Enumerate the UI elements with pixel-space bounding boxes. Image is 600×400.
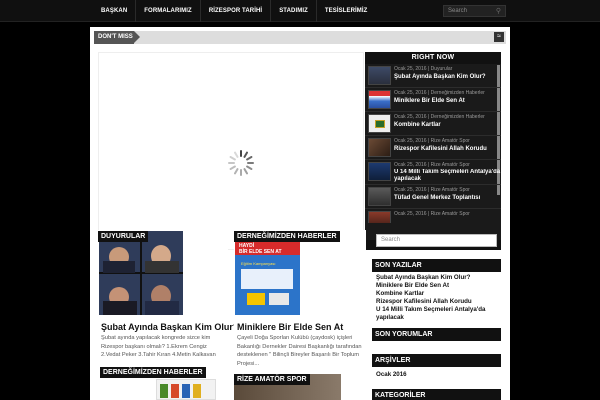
son-yazilar-item[interactable]: Şubat Ayında Başkan Kim Olur?: [376, 274, 501, 282]
item-category[interactable]: Rize Amatör Spor: [431, 211, 470, 217]
nav-item-rizespor-tarihi[interactable]: RİZESPOR TARİHİ: [201, 0, 272, 22]
nav-item-tesislerimiz[interactable]: TESİSLERİMİZ: [317, 0, 376, 22]
son-yazilar-heading: SON YAZILAR: [372, 259, 501, 272]
right-now-thumbnail: [368, 211, 391, 223]
loading-spinner-icon: [228, 150, 254, 176]
item-date: Ocak 25, 2016: [394, 66, 427, 72]
right-now-title: RIGHT NOW: [365, 52, 501, 64]
right-now-item[interactable]: Ocak 25, 2016 | Rize Amatör Spor: [365, 209, 501, 223]
item-title[interactable]: Miniklere Bir Elde Sen At: [394, 97, 501, 106]
nav-item-baskan[interactable]: BAŞKAN: [93, 0, 137, 22]
item-title[interactable]: Şubat Ayında Başkan Kim Olur?: [394, 73, 501, 82]
top-search-placeholder: Search: [448, 8, 468, 14]
section-label-dernek[interactable]: DERNEĞİMİZDEN HABERLER: [234, 231, 340, 242]
kategoriler-heading: KATEGORİLER: [372, 389, 501, 400]
item-date: Ocak 25, 2016: [394, 162, 427, 168]
section-label-amator[interactable]: RİZE AMATÖR SPOR: [234, 374, 310, 385]
son-yazilar-list: Şubat Ayında Başkan Kim Olur? Miniklere …: [376, 274, 501, 322]
dernek-poster-image[interactable]: HAYDİ BİR ELDE SEN AT Eğitim Kampanyası: [235, 231, 300, 315]
item-title[interactable]: Tüfad Genel Merkez Toplantısı: [394, 194, 501, 203]
item-date: Ocak 25, 2016: [394, 90, 427, 96]
ticker-label: DON'T MISS: [94, 31, 140, 44]
nav-item-formalarimiz[interactable]: FORMALARIMIZ: [136, 0, 201, 22]
right-now-item[interactable]: Ocak 25, 2016 | Rize Amatör Spor Rizespo…: [365, 136, 501, 160]
nav-item-stadimiz[interactable]: STADIMIZ: [271, 0, 317, 22]
duyurular-image[interactable]: [99, 231, 183, 315]
right-now-thumbnail: [368, 138, 391, 157]
item-date: Ocak 25, 2016: [394, 187, 427, 193]
duyurular-title[interactable]: Şubat Ayında Başkan Kim Olur?: [101, 322, 238, 332]
right-now-thumbnail: [368, 187, 391, 206]
right-now-item[interactable]: Ocak 25, 2016 | Derneğimizden Haberler M…: [365, 88, 501, 112]
son-yazilar-item[interactable]: Kombine Kartlar: [376, 290, 501, 298]
item-category[interactable]: Rize Amatör Spor: [431, 187, 470, 193]
poster-line-3: Eğitim Kampanyası: [241, 261, 276, 266]
right-now-item[interactable]: Ocak 25, 2016 | Derneğimizden Haberler K…: [365, 112, 501, 136]
item-date: Ocak 25, 2016: [394, 138, 427, 144]
poster-line-2: BİR ELDE SEN AT: [239, 249, 282, 255]
son-yorumlar-heading: SON YORUMLAR: [372, 328, 501, 341]
right-now-item[interactable]: Ocak 25, 2016 | Duyurular Şubat Ayında B…: [365, 64, 501, 88]
search-icon[interactable]: ⚲: [496, 7, 501, 17]
top-navigation: BAŞKAN FORMALARIMIZ RİZESPOR TARİHİ STAD…: [0, 0, 600, 22]
section-label-duyurular[interactable]: DUYURULAR: [98, 231, 149, 242]
item-category[interactable]: Rize Amatör Spor: [431, 162, 470, 168]
arsivler-heading: ARŞİVLER: [372, 354, 501, 367]
son-yazilar-item[interactable]: Rizespor Kafilesini Allah Korudu: [376, 298, 501, 306]
right-now-thumbnail: [368, 66, 391, 85]
item-title[interactable]: Rizespor Kafilesini Allah Korudu: [394, 145, 501, 154]
right-now-thumbnail: [368, 90, 391, 109]
dernek-title[interactable]: Miniklere Bir Elde Sen At: [237, 322, 343, 332]
son-yazilar-item[interactable]: yapılacak: [376, 314, 501, 322]
right-now-thumbnail: [368, 114, 391, 133]
right-now-item[interactable]: Ocak 25, 2016 | Rize Amatör Spor U 14 Mi…: [365, 160, 501, 185]
item-category[interactable]: Duyurular: [431, 66, 453, 72]
main-menu: BAŞKAN FORMALARIMIZ RİZESPOR TARİHİ STAD…: [93, 0, 375, 22]
item-category[interactable]: Derneğimizden Haberler: [431, 90, 485, 96]
section-label-dernek-2[interactable]: DERNEĞİMİZDEN HABERLER: [100, 367, 206, 378]
rss-icon[interactable]: ≈: [494, 32, 504, 42]
dernek-excerpt: Çayeli Doğa Sporları Kulübü (çaydosk) iç…: [237, 335, 362, 367]
item-category[interactable]: Derneğimizden Haberler: [431, 114, 485, 120]
featured-slider[interactable]: [98, 52, 364, 250]
main-content: DON'T MISS ≈ RIGHT NOW Ocak 25, 2016 | D…: [90, 27, 510, 400]
news-ticker: DON'T MISS ≈: [94, 31, 506, 44]
right-now-item[interactable]: Ocak 25, 2016 | Rize Amatör Spor Tüfad G…: [365, 185, 501, 209]
top-search-input[interactable]: Search ⚲: [443, 5, 506, 17]
sidebar-search-input[interactable]: Search: [376, 234, 497, 247]
item-date: Ocak 25, 2016: [394, 211, 427, 217]
right-now-thumbnail: [368, 162, 391, 181]
item-title[interactable]: Kombine Kartlar: [394, 121, 501, 130]
item-title[interactable]: U 14 Milli Takım Seçmeleri Antalya'da ya…: [394, 169, 501, 183]
item-date: Ocak 25, 2016: [394, 114, 427, 120]
right-now-panel: RIGHT NOW Ocak 25, 2016 | Duyurular Şuba…: [365, 52, 501, 250]
archive-item[interactable]: Ocak 2016: [376, 371, 407, 378]
duyurular-excerpt: Şubat ayında yapılacak kongrede sizce ki…: [101, 335, 216, 359]
item-category[interactable]: Rize Amatör Spor: [431, 138, 470, 144]
son-yazilar-item[interactable]: Miniklere Bir Elde Sen At: [376, 282, 501, 290]
dernek2-image[interactable]: [156, 379, 216, 400]
son-yazilar-item[interactable]: U 14 Milli Takım Seçmeleri Antalya'da: [376, 306, 501, 314]
